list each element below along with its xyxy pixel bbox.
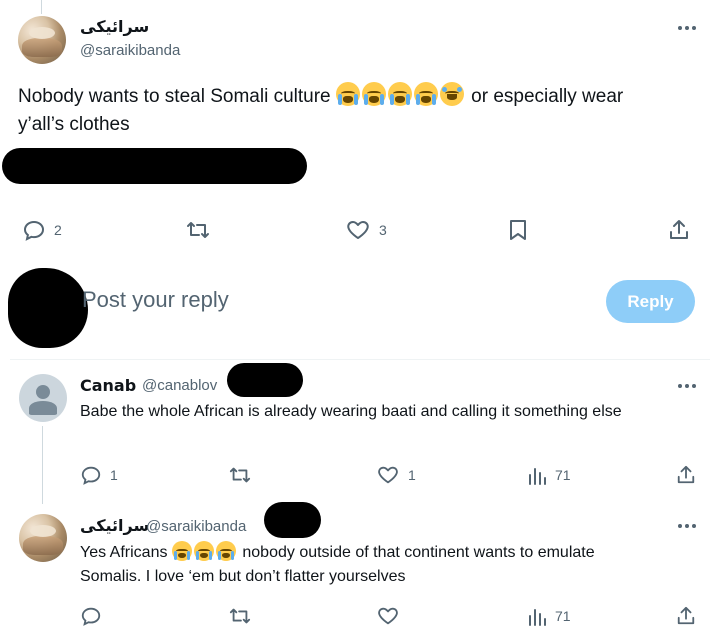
crying-emoji <box>413 82 438 106</box>
reply-input[interactable]: Post your reply <box>82 287 229 313</box>
thread-line <box>42 426 43 504</box>
views-icon <box>529 609 546 626</box>
more-options-icon[interactable] <box>678 26 696 30</box>
heart-icon <box>378 466 398 484</box>
bookmark-icon <box>510 220 526 240</box>
handle[interactable]: @canablov <box>142 377 217 394</box>
reply-text: Babe the whole African is already wearin… <box>80 403 622 420</box>
tweet-text: Nobody wants to steal Somali culture or … <box>18 82 708 139</box>
crying-emoji <box>171 541 192 561</box>
share-action[interactable] <box>676 605 696 627</box>
repost-action[interactable] <box>228 464 252 486</box>
crying-emoji <box>193 541 214 561</box>
reply-count: 1 <box>110 467 118 483</box>
handle[interactable]: @saraikibanda <box>146 518 246 535</box>
tweet-text-line1: Nobody wants to steal Somali culture <box>18 86 331 107</box>
avatar[interactable] <box>19 514 67 562</box>
reply-action[interactable]: 2 <box>22 218 62 242</box>
crying-emoji <box>215 541 236 561</box>
reply-action[interactable] <box>80 605 102 627</box>
repost-icon <box>229 467 251 483</box>
avatar[interactable] <box>19 374 67 422</box>
views-count: 71 <box>555 608 571 624</box>
display-name[interactable]: سرائیکی <box>80 516 149 535</box>
like-action[interactable]: 1 <box>376 464 416 486</box>
handle[interactable]: @saraikibanda <box>80 42 180 59</box>
redaction-mark <box>264 502 321 538</box>
thread-line-top <box>41 0 42 14</box>
reply-icon <box>81 466 101 485</box>
redacted-avatar <box>8 268 88 348</box>
reply-text-line2: Somalis. I love ‘em but don’t flatter yo… <box>80 568 406 585</box>
reply-icon <box>81 607 101 626</box>
reply-action[interactable]: 1 <box>80 464 118 486</box>
share-icon <box>677 465 695 484</box>
repost-icon <box>229 608 251 624</box>
reply-text-middle: nobody outside of that continent wants t… <box>242 544 595 561</box>
crying-emoji <box>387 82 412 106</box>
views-action[interactable]: 71 <box>527 605 571 627</box>
more-options-icon[interactable] <box>678 524 696 528</box>
avatar[interactable] <box>18 16 66 64</box>
share-icon <box>670 220 688 239</box>
redaction-mark <box>2 148 307 184</box>
share-action[interactable] <box>668 218 690 242</box>
views-count: 71 <box>555 467 571 483</box>
display-name[interactable]: Canab <box>80 376 136 395</box>
like-count: 1 <box>408 467 416 483</box>
laughing-emoji <box>439 82 464 106</box>
redaction-mark <box>227 363 303 397</box>
repost-icon <box>187 222 209 238</box>
reply-count: 2 <box>54 222 62 238</box>
like-count: 3 <box>379 222 387 238</box>
tweet-text-tail: or especially wear <box>471 86 624 107</box>
crying-emoji <box>361 82 386 106</box>
views-icon <box>529 468 546 485</box>
share-icon <box>677 606 695 625</box>
like-action[interactable]: 3 <box>345 218 387 242</box>
heart-icon <box>347 221 369 239</box>
bookmark-action[interactable] <box>507 218 529 242</box>
repost-action[interactable] <box>228 605 252 627</box>
reply-button[interactable]: Reply <box>606 280 695 323</box>
divider <box>10 359 710 360</box>
reply-text: Yes Africans nobody outside of that cont… <box>80 541 700 589</box>
like-action[interactable] <box>376 605 400 627</box>
more-options-icon[interactable] <box>678 384 696 388</box>
reply-icon <box>23 220 45 241</box>
repost-action[interactable] <box>185 218 211 242</box>
reply-text-start: Yes Africans <box>80 544 168 561</box>
views-action[interactable]: 71 <box>527 464 571 486</box>
tweet-text-line2: y’all’s clothes <box>18 114 130 135</box>
share-action[interactable] <box>676 464 696 486</box>
crying-emoji <box>335 82 360 106</box>
display-name[interactable]: سرائیکی <box>80 17 149 36</box>
heart-icon <box>378 607 398 625</box>
